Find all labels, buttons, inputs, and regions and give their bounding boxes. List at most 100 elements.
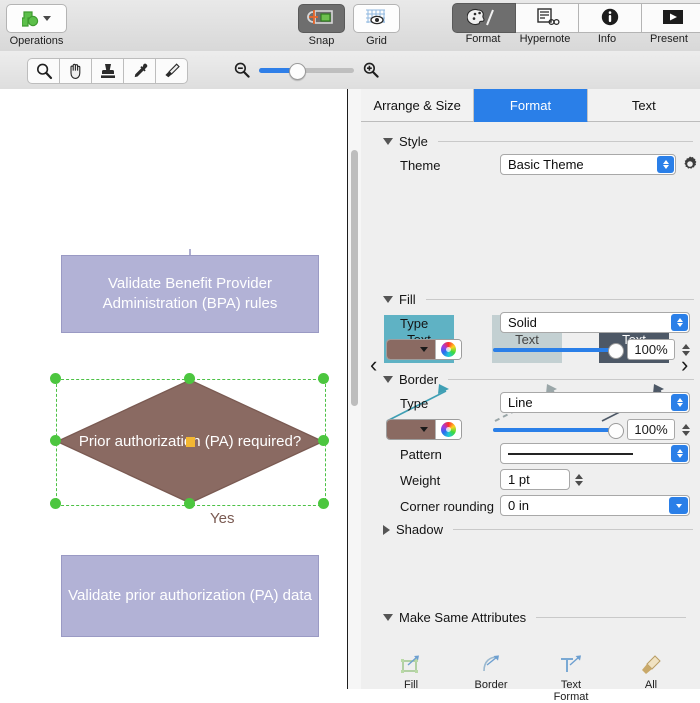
border-same-icon: [483, 655, 499, 672]
fill-opacity-knob[interactable]: [608, 343, 624, 359]
border-opacity-value[interactable]: 100%: [627, 419, 675, 440]
snap-button[interactable]: [298, 4, 345, 33]
border-type-value: Line: [508, 395, 533, 410]
theme-select[interactable]: Basic Theme: [500, 154, 676, 175]
format-button[interactable]: [452, 3, 516, 33]
tab-arrange-size[interactable]: Arrange & Size: [361, 89, 475, 122]
gear-icon[interactable]: [681, 155, 699, 176]
make-same-all-button[interactable]: All: [625, 653, 677, 703]
fill-color-wheel-button[interactable]: [435, 340, 461, 359]
border-opacity-slider[interactable]: [493, 423, 624, 439]
zoom-slider[interactable]: [259, 62, 354, 80]
zoom-slider-knob[interactable]: [289, 62, 307, 80]
fill-opacity-text: 100%: [634, 342, 668, 357]
canvas-scroll-gutter[interactable]: [348, 89, 361, 689]
make-same-buttons: Fill Border Text Format All: [385, 653, 677, 703]
connection-handle-bottom[interactable]: [184, 498, 195, 509]
chevron-down-icon: [420, 347, 428, 352]
diagram-canvas[interactable]: Validate Benefit Provider Administration…: [0, 89, 347, 689]
theme-stepper-icon[interactable]: [657, 156, 674, 173]
disclosure-triangle-down-icon[interactable]: [383, 138, 393, 145]
info-button[interactable]: [579, 3, 642, 33]
snap-label: Snap: [308, 35, 335, 47]
operations-button[interactable]: [6, 4, 67, 33]
fill-opacity-stepper[interactable]: [679, 339, 692, 360]
text-format-same-icon: [561, 655, 581, 672]
corner-rounding-pulldown-icon[interactable]: [669, 497, 688, 514]
fill-opacity-fill: [493, 348, 618, 352]
connection-handle-top[interactable]: [184, 373, 195, 384]
fill-color-button[interactable]: [386, 339, 462, 360]
border-opacity-stepper[interactable]: [679, 419, 692, 440]
present-button[interactable]: [642, 3, 700, 33]
paintbrush-tool[interactable]: [156, 58, 188, 84]
border-color-wheel-button[interactable]: [435, 420, 461, 439]
make-same-section-header[interactable]: Make Same Attributes: [383, 610, 687, 625]
border-type-stepper-icon[interactable]: [671, 394, 688, 411]
section-rule: [425, 299, 694, 300]
selection-handle-bl[interactable]: [50, 498, 61, 509]
fill-type-stepper-icon[interactable]: [671, 314, 688, 331]
tab-text[interactable]: Text: [587, 89, 700, 122]
canvas-vertical-scrollbar[interactable]: [351, 150, 358, 406]
border-weight-stepper[interactable]: [572, 469, 585, 490]
disclosure-triangle-down-icon[interactable]: [383, 376, 393, 383]
selection-handle-br[interactable]: [318, 498, 329, 509]
border-type-select[interactable]: Line: [500, 392, 690, 413]
disclosure-triangle-down-icon[interactable]: [383, 614, 393, 621]
make-same-border-button[interactable]: Border: [465, 653, 517, 703]
node-bpa-rules-label: Validate Benefit Provider Administration…: [102, 275, 278, 312]
border-pattern-select[interactable]: [500, 443, 690, 464]
fill-type-label: Type: [400, 316, 429, 331]
node-validate-pa-data[interactable]: Validate prior authorization (PA) data: [61, 555, 319, 637]
shadow-section-title: Shadow: [396, 522, 443, 537]
fill-section-header[interactable]: Fill: [383, 292, 694, 307]
border-weight-input[interactable]: 1 pt: [500, 469, 570, 490]
make-same-text-format-button[interactable]: Text Format: [545, 653, 597, 703]
magnifier-plus-icon[interactable]: [362, 61, 380, 79]
style-section-header[interactable]: Style: [383, 134, 693, 149]
fill-opacity-value[interactable]: 100%: [627, 339, 675, 360]
corner-rounding-select[interactable]: 0 in: [500, 495, 690, 516]
pan-tool[interactable]: [60, 58, 92, 84]
make-same-section-title: Make Same Attributes: [399, 610, 527, 625]
node-validate-pa-data-label: Validate prior authorization (PA) data: [68, 587, 312, 604]
inspector-toggle-group: [452, 3, 700, 33]
border-section-header[interactable]: Border: [383, 372, 695, 387]
fill-same-icon: [401, 655, 419, 673]
inspector-body: Style Theme Basic Theme ‹ › Text Fill Ty…: [361, 122, 700, 703]
disclosure-triangle-down-icon[interactable]: [383, 296, 393, 303]
disclosure-triangle-right-icon[interactable]: [383, 524, 390, 535]
hypernote-button[interactable]: [516, 3, 579, 33]
tab-format[interactable]: Format: [474, 89, 588, 122]
border-weight-label: Weight: [400, 473, 441, 488]
selection-handle-tl[interactable]: [50, 373, 61, 384]
border-pattern-stepper-icon[interactable]: [671, 445, 688, 462]
selection-handle-l[interactable]: [50, 435, 61, 446]
border-opacity-knob[interactable]: [608, 423, 624, 439]
tab-text-label: Text: [631, 97, 656, 113]
stamp-tool[interactable]: [92, 58, 124, 84]
border-opacity-text: 100%: [634, 422, 668, 437]
eyedropper-icon: [134, 63, 147, 78]
hypernote-icon: [530, 7, 564, 30]
selection-handle-r[interactable]: [318, 435, 329, 446]
operations-group: Operations: [6, 4, 67, 47]
fill-type-select[interactable]: Solid: [500, 312, 690, 333]
make-same-fill-button[interactable]: Fill: [385, 653, 437, 703]
make-same-fill-label: Fill: [403, 679, 419, 691]
selection-handle-tr[interactable]: [318, 373, 329, 384]
zoom-tool[interactable]: [27, 58, 60, 84]
section-rule: [437, 141, 693, 142]
section-rule: [448, 379, 695, 380]
fill-color-swatch: [387, 340, 435, 359]
node-bpa-rules[interactable]: Validate Benefit Provider Administration…: [61, 255, 319, 333]
fill-opacity-slider[interactable]: [493, 343, 624, 359]
border-color-button[interactable]: [386, 419, 462, 440]
grid-button[interactable]: [353, 4, 400, 33]
operations-label: Operations: [9, 35, 64, 47]
info-circle-icon: [600, 7, 620, 30]
eyedropper-tool[interactable]: [124, 58, 156, 84]
shadow-section-header[interactable]: Shadow: [383, 522, 693, 537]
magnifier-minus-icon[interactable]: [233, 61, 251, 79]
